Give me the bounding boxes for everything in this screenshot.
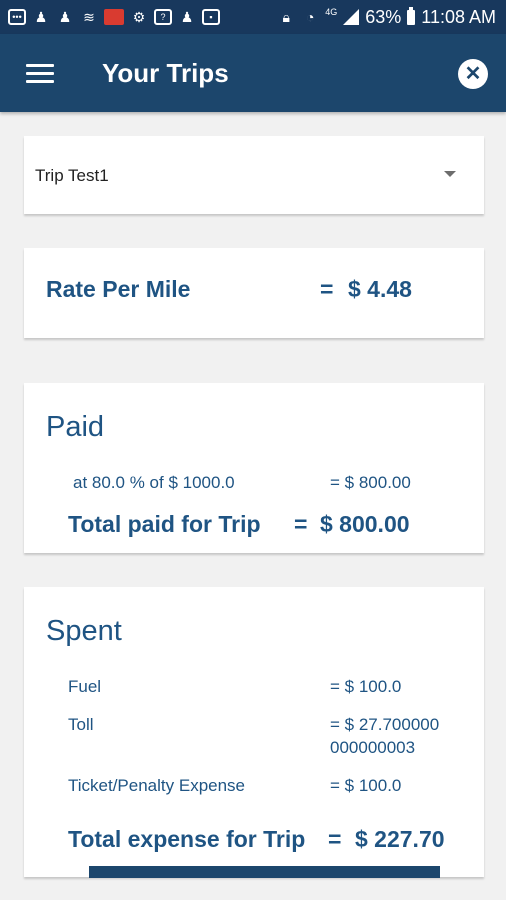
expense-label-toll: Toll [68,715,94,734]
expense-value-fuel: = $ 100.0 [330,677,402,696]
app-icon [104,9,124,25]
close-icon[interactable]: ✕ [458,59,488,89]
rate-card: Rate Per Mile = $ 4.48 [24,248,484,338]
rate-value: $ 4.48 [348,276,412,302]
trip-selector[interactable]: Trip Test1 [24,136,484,214]
battery-icon [407,6,416,25]
spent-total-value: $ 227.70 [355,826,445,852]
status-right: 🔒︎ ◔ 4G 63% 11:08 AM [277,0,496,34]
person-icon: ♟ [34,9,48,25]
paid-total-label: Total paid for Trip [68,511,261,537]
spent-card: Spent Fuel = $ 100.0 Toll = $ 27.700000 … [24,587,484,877]
menu-icon[interactable] [26,64,54,84]
network-type: 4G [325,7,338,17]
person-icon: ♟ [180,9,194,25]
paid-total-value: $ 800.00 [320,511,410,537]
action-button[interactable] [89,866,440,878]
signal-icon [343,9,360,25]
spent-total-equals: = [328,826,342,852]
spent-total-label: Total expense for Trip [68,826,306,852]
lock-icon: 🔒︎ [282,9,290,25]
paid-total-equals: = [294,511,308,537]
settings-icon: ⚙ [132,9,146,25]
battery-percent: 63% [365,6,402,27]
app-bar: Your Trips ✕ [0,34,506,112]
paid-detail-value: = $ 800.00 [330,473,411,492]
clock: 11:08 AM [421,6,496,27]
paid-title: Paid [46,411,105,443]
expense-label-fuel: Fuel [68,677,102,696]
wifi-icon: ◔ [306,9,315,25]
rate-label: Rate Per Mile [46,276,191,302]
expense-value-toll: = $ 27.700000 [330,715,440,734]
bluetooth-icon: ? [154,9,172,25]
expense-label-ticket: Ticket/Penalty Expense [68,776,246,795]
notification-icons: ••• ♟ ♟ ≋ ⚙ ? ♟ ▪ [0,8,220,26]
trip-select-value[interactable]: Trip Test1 [35,166,109,186]
message-icon: ••• [8,9,26,25]
spent-title: Spent [46,615,122,647]
page-title: Your Trips [102,58,229,88]
expense-value-toll-cont: 000000003 [330,738,416,757]
expense-value-ticket: = $ 100.0 [330,776,402,795]
rate-equals: = [320,276,334,302]
person-icon: ♟ [58,9,72,25]
paid-card: Paid at 80.0 % of $ 1000.0 = $ 800.00 To… [24,383,484,553]
wifi-icon: ≋ [83,9,95,25]
paid-detail: at 80.0 % of $ 1000.0 [73,473,235,492]
dropdown-arrow-icon[interactable] [444,171,456,177]
status-bar: ••• ♟ ♟ ≋ ⚙ ? ♟ ▪ 🔒︎ ◔ 4G 63% 11:08 AM [0,0,506,34]
image-icon: ▪ [202,9,220,25]
